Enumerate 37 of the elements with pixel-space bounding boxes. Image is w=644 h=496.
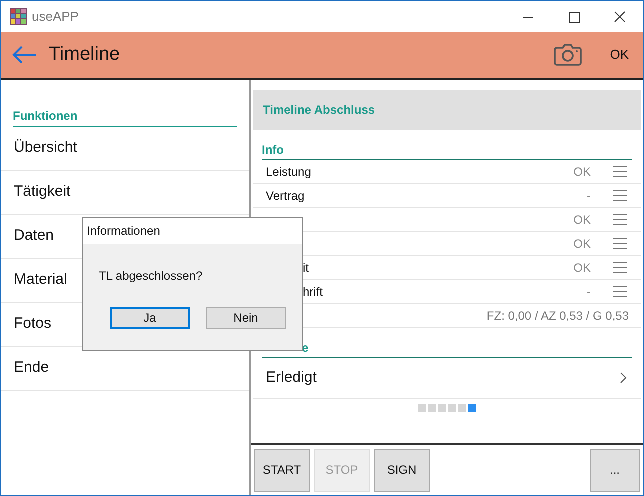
menu-icon[interactable] — [613, 262, 627, 273]
toolbar-button[interactable]: START — [254, 448, 310, 492]
toolbar-button[interactable]: SIGN — [374, 448, 430, 492]
row-label: Leistung — [266, 164, 312, 180]
window-title: useAPP — [32, 8, 79, 26]
dialog-title: Informationen — [83, 218, 302, 244]
sidebar-item[interactable]: Tätigkeit — [1, 171, 249, 215]
status-value: - — [587, 284, 591, 300]
more-button[interactable]: ... — [590, 448, 640, 492]
back-arrow-icon[interactable] — [12, 46, 37, 64]
sidebar-item[interactable]: Übersicht — [1, 127, 249, 171]
ok-button[interactable]: OK — [610, 45, 629, 65]
dialog-button[interactable]: Nein — [206, 307, 286, 329]
app-logo-icon — [10, 8, 27, 25]
menu-icon[interactable] — [613, 190, 627, 201]
summary-text: FZ: 0,00 / AZ 0,53 / G 0,53 — [486, 308, 629, 324]
status-value: OK — [574, 164, 591, 180]
row-label: it — [303, 260, 309, 276]
menu-icon[interactable] — [613, 214, 627, 225]
dialog-message: TL abgeschlossen? — [99, 268, 204, 285]
status-value: OK — [574, 236, 591, 252]
menu-icon[interactable] — [613, 238, 627, 249]
menu-icon[interactable] — [613, 286, 627, 297]
row-label: Vertrag — [266, 188, 305, 204]
row-label: hrift — [303, 284, 324, 300]
dialog-button[interactable]: Ja — [110, 307, 190, 329]
menu-icon[interactable] — [613, 166, 627, 177]
status-value: OK — [574, 260, 591, 276]
section-heading: Funktionen — [13, 107, 237, 127]
status-value: OK — [574, 212, 591, 228]
camera-icon[interactable] — [554, 43, 582, 67]
status-value: - — [587, 188, 591, 204]
section-heading: Info — [262, 141, 632, 160]
page-title: Timeline — [49, 42, 120, 67]
nav-item[interactable]: Erledigt — [253, 358, 641, 399]
chevron-right-icon — [620, 372, 627, 384]
panel-header: Timeline Abschluss — [253, 90, 641, 130]
